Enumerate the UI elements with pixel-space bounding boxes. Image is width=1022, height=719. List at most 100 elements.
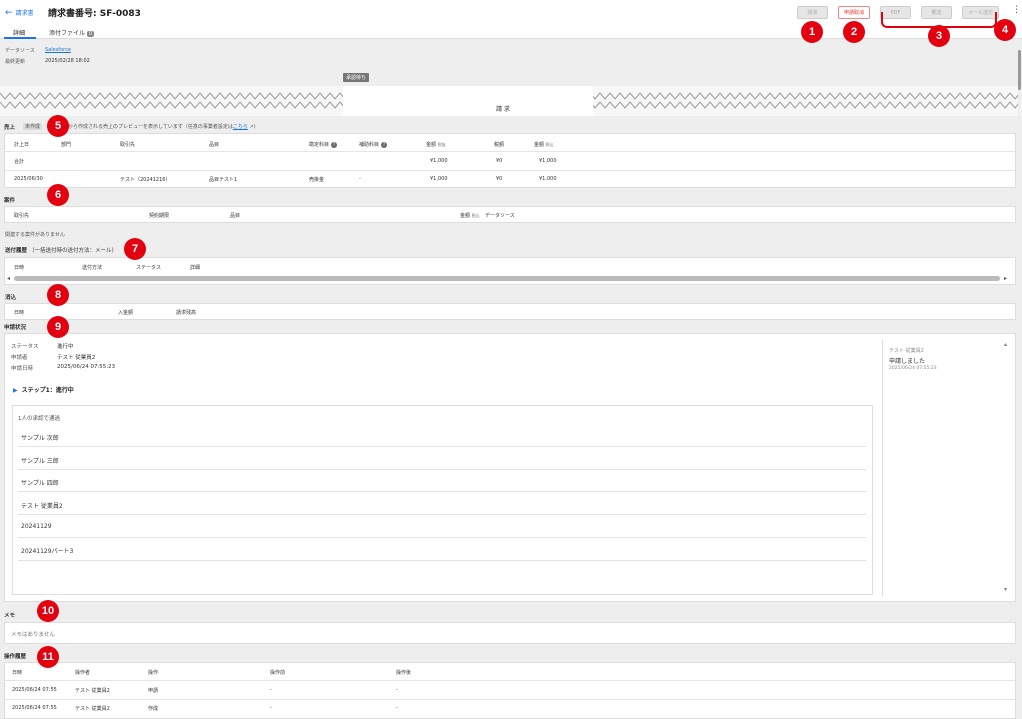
col-date: 計上日 — [14, 142, 30, 148]
page-scrollbar-track[interactable] — [1018, 42, 1021, 719]
memo-empty-message: メモはありません — [11, 632, 55, 638]
status-label: ステータス — [11, 344, 39, 350]
comment-text: 申請しました — [889, 358, 926, 365]
history-section-title: 操作履歴 — [4, 654, 27, 660]
divider — [5, 699, 1015, 700]
tab-details[interactable]: 詳細 — [13, 28, 25, 37]
col-datetime: 日時 — [12, 670, 23, 676]
approval-rule: 1人の承認で通過 — [18, 416, 60, 422]
row-amount: ¥1,000 — [430, 176, 448, 182]
col-balance: 請求残高 — [176, 310, 197, 316]
memo-panel[interactable] — [4, 622, 1016, 644]
history-user: テスト 従業員2 — [75, 706, 110, 712]
divider — [5, 151, 1015, 152]
history-op: 申請 — [148, 688, 159, 694]
delivery-method-note: （一括送付時の送付方法：メール） — [28, 248, 117, 254]
help-icon[interactable]: ? — [331, 142, 338, 148]
cancel-application-button[interactable]: 申請取消 — [838, 6, 870, 19]
document-page — [343, 86, 593, 116]
row-partner: テスト（20241216） — [120, 177, 171, 183]
col-account: 勘定科目? — [309, 141, 338, 148]
scroll-left-icon[interactable]: ◂ — [7, 275, 10, 282]
history-after: - — [396, 687, 398, 693]
callout-badge-2: 2 — [843, 21, 865, 43]
arrow-left-icon: ← — [5, 7, 13, 18]
callout-badge-3: 3 — [928, 25, 950, 47]
total-incl: ¥1,000 — [539, 158, 557, 164]
horizontal-scrollbar[interactable] — [14, 276, 1000, 281]
divider — [18, 469, 866, 470]
scroll-down-icon[interactable]: ▾ — [1004, 586, 1007, 593]
approver-item: テスト 従業員2 — [21, 503, 63, 510]
data-source-link[interactable]: Salesforce — [45, 47, 71, 53]
callout-badge-8: 8 — [47, 284, 69, 306]
attachments-count-badge: 0 — [87, 31, 95, 37]
scroll-up-icon[interactable]: ▴ — [1004, 341, 1007, 348]
payments-table: 日時 入金額 請求残高 — [4, 303, 1016, 320]
callout-badge-4: 4 — [994, 19, 1016, 41]
memo-section-title: メモ — [4, 613, 16, 619]
delivery-section-title: 送付履歴 （一括送付時の送付方法：メール） — [5, 246, 117, 254]
back-label: 請求書 — [15, 10, 34, 17]
page-scrollbar-thumb[interactable] — [1018, 50, 1021, 90]
deals-section-title: 案件 — [4, 198, 16, 204]
col-account-label: 勘定科目 — [309, 142, 330, 148]
tab-attachments[interactable]: 添付ファイル 0 — [49, 28, 95, 37]
callout-badge-1: 1 — [801, 21, 823, 43]
callout-badge-6: 6 — [47, 184, 69, 206]
row-date: 2025/06/30 — [14, 176, 43, 182]
document-heading: 請 求 — [496, 106, 510, 113]
col-amount-label: 金額 — [426, 142, 437, 148]
updated-label: 最終更新 — [5, 59, 26, 65]
invoice-button[interactable]: 請求 — [797, 6, 828, 19]
row-sub-account: - — [359, 176, 361, 182]
history-user: テスト 従業員2 — [75, 688, 110, 694]
comments-divider — [882, 340, 883, 596]
application-date-label: 申請日時 — [11, 366, 34, 372]
divider — [18, 446, 866, 447]
col-tax: 税額 — [494, 142, 505, 148]
col-operator: 操作者 — [75, 670, 91, 676]
col-data-source: データソース — [485, 213, 515, 219]
scroll-right-icon[interactable]: ▸ — [1004, 275, 1007, 282]
col-amount-incl: 金額 税込 — [534, 141, 554, 148]
row-tax: ¥0 — [496, 176, 503, 182]
row-incl: ¥1,000 — [539, 176, 557, 182]
divider — [18, 560, 866, 561]
history-date: 2025/06/24 07:55 — [12, 687, 57, 693]
history-before: - — [270, 687, 272, 693]
updated-value: 2025/02/28 18:02 — [45, 58, 90, 64]
history-table: 日時 操作者 操作 操作前 操作後 2025/06/24 07:55 テスト 従… — [4, 662, 1016, 719]
col-partner: 取引先 — [120, 142, 136, 148]
more-menu-icon[interactable]: ⋮ — [1012, 5, 1021, 15]
deals-table: 取引先 契約期限 品目 金額 税込 データソース — [4, 206, 1016, 223]
approver-item: サンプル 次郎 — [21, 435, 59, 442]
deals-empty-message: 関連する案件がありません — [5, 232, 65, 238]
sales-preview-note-text: から作成される売上のプレビューを表示しています（任意の事業者設定は — [68, 124, 233, 130]
application-date-value: 2025/06/24 07:55:23 — [57, 364, 116, 370]
col-partner: 取引先 — [14, 213, 30, 219]
divider — [18, 514, 866, 515]
col-detail: 詳細 — [190, 265, 201, 271]
applicant-row: 申請者 テスト 従業員2 — [11, 353, 95, 361]
col-amount-excl: 金額 税抜 — [426, 141, 446, 148]
application-date-row: 申請日時 2025/06/24 07:55:23 — [11, 364, 115, 372]
updated-row: 最終更新 2025/02/28 18:02 — [5, 58, 90, 65]
row-account: 売掛金 — [309, 177, 325, 183]
step-label: ステップ1：進行中 — [21, 387, 74, 394]
col-datetime: 日時 — [14, 265, 25, 271]
settings-link[interactable]: こちら — [233, 124, 248, 130]
comment-date: 2025/06/24 07:55:23 — [889, 366, 937, 371]
help-icon[interactable]: ? — [381, 142, 388, 148]
callout-badge-5: 5 — [47, 115, 69, 137]
step-toggle[interactable]: ▶ ステップ1：進行中 — [13, 385, 74, 394]
approver-item: 20241129 — [21, 523, 52, 530]
back-link[interactable]: ← 請求書 — [5, 8, 34, 17]
total-label: 合計 — [14, 159, 25, 165]
col-item: 品目 — [230, 213, 241, 219]
status-value: 進行中 — [57, 344, 74, 350]
row-item: 品目テスト1 — [209, 177, 238, 183]
tab-attachments-label: 添付ファイル — [49, 30, 86, 37]
callout-badge-7: 7 — [124, 238, 146, 260]
top-bar: ← 請求書 請求書番号: SF-0083 請求 申請取消 PDF 郵送 メール送… — [0, 0, 1022, 26]
